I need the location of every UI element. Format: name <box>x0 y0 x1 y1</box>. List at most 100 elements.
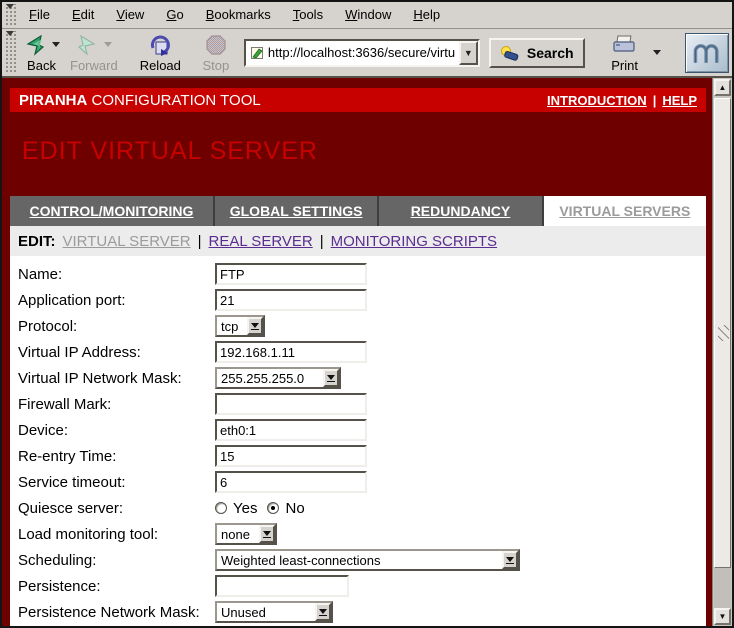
page-body: PIRANHA CONFIGURATION TOOL INTRODUCTION … <box>2 78 712 626</box>
stop-label: Stop <box>203 58 230 73</box>
service-timeout-input[interactable] <box>215 471 367 493</box>
persistence-netmask-label: Persistence Network Mask: <box>18 604 215 621</box>
menu-window[interactable]: Window <box>334 2 402 28</box>
vip-netmask-label: Virtual IP Network Mask: <box>18 370 215 387</box>
form-row: Service timeout: <box>18 469 706 495</box>
subnav-prefix: EDIT: <box>18 233 56 250</box>
banner-link-separator: | <box>653 93 657 108</box>
firewall-mark-label: Firewall Mark: <box>18 396 215 413</box>
quiesce-yes-radio[interactable] <box>215 502 227 514</box>
form-row: Virtual IP Address: <box>18 339 706 365</box>
app-title-strong: PIRANHA <box>19 92 87 109</box>
bookmark-page-icon <box>250 46 264 60</box>
reload-icon <box>148 34 172 56</box>
name-input[interactable] <box>215 263 367 285</box>
form-row: Persistence Network Mask: Unused <box>18 599 706 625</box>
subnav-monitoring-scripts-link[interactable]: MONITORING SCRIPTS <box>331 233 497 250</box>
navigation-toolbar: Back Forward Reload <box>2 29 732 78</box>
application-port-label: Application port: <box>18 292 215 309</box>
forward-dropdown-icon[interactable] <box>104 42 112 47</box>
grip-arrow-icon <box>6 31 14 36</box>
scrollbar-thumb[interactable] <box>714 98 731 568</box>
virtual-server-form: Name: Application port: Protocol: tcp Vi… <box>10 256 706 626</box>
device-label: Device: <box>18 422 215 439</box>
menu-view[interactable]: View <box>105 2 155 28</box>
url-dropdown-button[interactable]: ▼ <box>459 41 478 65</box>
quiesce-yes-label[interactable]: Yes <box>233 500 257 517</box>
app-title-rest: CONFIGURATION TOOL <box>92 92 261 109</box>
subnav-real-server-link[interactable]: REAL SERVER <box>209 233 313 250</box>
reload-button[interactable]: Reload <box>135 32 186 74</box>
grip-arrow-icon <box>6 4 14 9</box>
forward-button[interactable]: Forward <box>65 32 123 74</box>
back-label: Back <box>27 58 56 73</box>
forward-label: Forward <box>70 58 118 73</box>
url-bar: ▼ <box>244 39 480 67</box>
print-button[interactable]: Print <box>603 32 647 74</box>
vertical-scrollbar: ▲ ▼ <box>712 78 732 626</box>
app-title: PIRANHA CONFIGURATION TOOL <box>19 92 261 109</box>
help-link[interactable]: HELP <box>662 93 697 108</box>
quiesce-no-radio[interactable] <box>267 502 279 514</box>
tab-virtual-servers[interactable]: VIRTUAL SERVERS <box>544 196 706 226</box>
select-value: Weighted least-connections <box>217 553 502 568</box>
application-port-input[interactable] <box>215 289 367 311</box>
printer-icon <box>612 35 638 55</box>
toolbar-grip-handle[interactable] <box>4 31 16 74</box>
scrollbar-track[interactable] <box>714 568 731 608</box>
menu-help[interactable]: Help <box>402 2 451 28</box>
reentry-time-input[interactable] <box>215 445 367 467</box>
select-value: tcp <box>217 319 247 334</box>
toolbar-grip-handle[interactable] <box>4 4 16 26</box>
chevron-down-icon: ▼ <box>464 48 473 58</box>
tab-control-monitoring[interactable]: CONTROL/MONITORING <box>10 196 215 226</box>
device-input[interactable] <box>215 419 367 441</box>
menu-edit[interactable]: Edit <box>61 2 105 28</box>
stop-button[interactable]: Stop <box>194 32 238 74</box>
select-value: Unused <box>217 605 315 620</box>
virtual-ip-input[interactable] <box>215 341 367 363</box>
subnav-separator: | <box>198 233 202 250</box>
menu-go[interactable]: Go <box>155 2 194 28</box>
tab-bar: CONTROL/MONITORING GLOBAL SETTINGS REDUN… <box>10 196 706 226</box>
tab-redundancy[interactable]: REDUNDANCY <box>379 196 543 226</box>
subnav-virtual-server-current[interactable]: VIRTUAL SERVER <box>63 233 191 250</box>
menu-bookmarks[interactable]: Bookmarks <box>195 2 282 28</box>
scroll-up-icon: ▲ <box>719 84 727 92</box>
quiesce-no-label[interactable]: No <box>285 500 304 517</box>
select-dropdown-icon <box>502 551 518 569</box>
print-dropdown-icon[interactable] <box>653 50 661 55</box>
search-label: Search <box>527 45 574 61</box>
reload-label: Reload <box>140 58 181 73</box>
tab-global-settings[interactable]: GLOBAL SETTINGS <box>215 196 379 226</box>
load-monitoring-label: Load monitoring tool: <box>18 526 215 543</box>
form-row: Persistence: <box>18 573 706 599</box>
persistence-netmask-select[interactable]: Unused <box>215 601 333 623</box>
load-monitoring-select[interactable]: none <box>215 523 277 545</box>
scroll-down-button[interactable]: ▼ <box>714 608 731 625</box>
firewall-mark-input[interactable] <box>215 393 367 415</box>
back-dropdown-icon[interactable] <box>52 42 60 47</box>
select-dropdown-icon <box>247 317 263 335</box>
mozilla-m-icon <box>691 39 723 67</box>
back-button[interactable]: Back <box>18 32 65 74</box>
search-button[interactable]: Search <box>489 38 585 68</box>
scroll-up-button[interactable]: ▲ <box>714 79 731 96</box>
form-row: Name: <box>18 261 706 287</box>
persistence-input[interactable] <box>215 575 349 597</box>
form-row: Device: <box>18 417 706 443</box>
forward-arrow-icon <box>75 34 99 56</box>
scroll-down-icon: ▼ <box>719 613 727 621</box>
scheduling-select[interactable]: Weighted least-connections <box>215 549 520 571</box>
page-title: EDIT VIRTUAL SERVER <box>22 136 706 166</box>
vip-netmask-select[interactable]: 255.255.255.0 <box>215 367 341 389</box>
form-row: Quiesce server: Yes No <box>18 495 706 521</box>
thumb-grip-icon <box>718 325 729 341</box>
menu-file[interactable]: File <box>18 2 61 28</box>
introduction-link[interactable]: INTRODUCTION <box>547 93 647 108</box>
form-row: Virtual IP Network Mask: 255.255.255.0 <box>18 365 706 391</box>
menu-tools[interactable]: Tools <box>282 2 334 28</box>
protocol-select[interactable]: tcp <box>215 315 265 337</box>
url-input[interactable] <box>268 41 455 65</box>
mozilla-throbber-logo[interactable] <box>685 33 729 73</box>
